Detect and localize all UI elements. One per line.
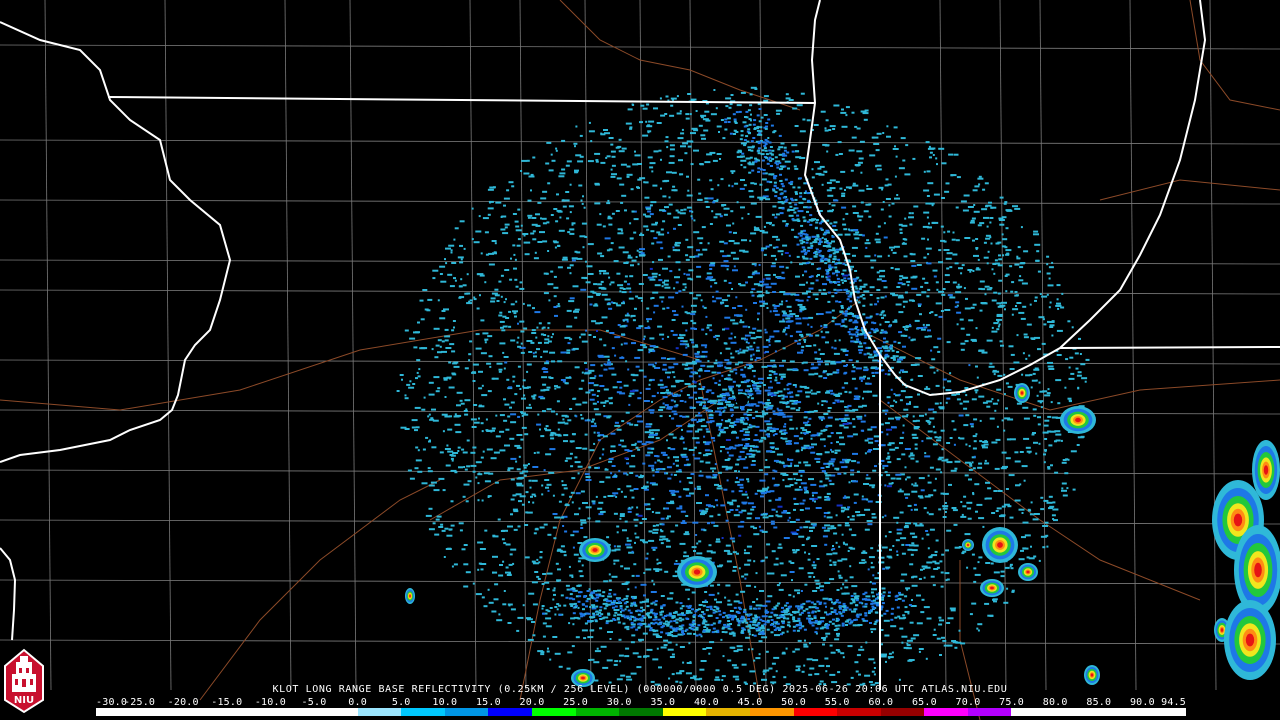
scale-tick-label: 0.0 <box>348 697 367 708</box>
scale-tick-label: 60.0 <box>868 697 894 708</box>
reflectivity-scale-labels: -30.0 -25.0 -20.0 -15.0 -10.0 -5.0 0.0 5.0 10.0 1… <box>96 697 1186 708</box>
scale-color-swatch <box>967 708 1012 716</box>
scale-tick-label: 30.0 <box>606 697 632 708</box>
scale-tick-label: 90.0 <box>1129 697 1155 708</box>
scale-tick-label: 15.0 <box>475 697 501 708</box>
scale-tick-label: 35.0 <box>650 697 676 708</box>
scale-tick-label: 45.0 <box>737 697 763 708</box>
scale-tick-label: 85.0 <box>1086 697 1112 708</box>
scale-color-swatch <box>357 708 402 716</box>
reflectivity-color-bar <box>96 708 1186 716</box>
scale-tick-label: 80.0 <box>1042 697 1068 708</box>
scale-color-swatch <box>1055 708 1099 716</box>
scale-color-swatch <box>837 708 881 716</box>
scale-color-swatch <box>793 708 838 716</box>
scale-tick-label: 5.0 <box>391 697 411 708</box>
scale-color-swatch <box>749 708 794 716</box>
scale-color-swatch <box>226 708 271 716</box>
scale-tick-label: 20.0 <box>519 697 545 708</box>
scale-color-swatch <box>313 708 358 716</box>
logo-text: NIU <box>13 695 35 706</box>
radar-site <box>736 394 748 406</box>
scale-color-swatch <box>880 708 925 716</box>
scale-color-swatch <box>488 708 532 716</box>
scale-tick-label: 40.0 <box>693 697 719 708</box>
scale-tick-label: 55.0 <box>824 697 850 708</box>
product-title: KLOT LONG RANGE BASE REFLECTIVITY (0.25K… <box>272 684 1008 695</box>
scale-tick-label: -10.0 <box>254 697 286 708</box>
scale-color-swatch <box>619 708 663 716</box>
scale-tick-label: 94.5 <box>1161 697 1186 708</box>
radar-map <box>0 0 1280 720</box>
scale-tick-label: -20.0 <box>167 697 199 708</box>
scale-color-swatch <box>401 708 445 716</box>
scale-tick-label: 10.0 <box>432 697 458 708</box>
scale-tick-label: 25.0 <box>563 697 589 708</box>
scale-color-swatch <box>1142 708 1186 716</box>
scale-tick-label: -25.0 <box>124 697 156 708</box>
scale-color-swatch <box>1011 708 1056 716</box>
scale-color-swatch <box>1098 708 1143 716</box>
scale-color-swatch <box>924 708 968 716</box>
scale-tick-label: 75.0 <box>999 697 1025 708</box>
scale-color-swatch <box>444 708 489 716</box>
scale-color-swatch <box>575 708 620 716</box>
scale-tick-label: 70.0 <box>955 697 981 708</box>
scale-color-swatch <box>139 708 184 716</box>
scale-tick-label: 50.0 <box>781 697 807 708</box>
scale-tick-label: -30.0 <box>96 697 128 708</box>
scale-color-swatch <box>531 708 576 716</box>
scale-tick-label: -5.0 <box>301 697 327 708</box>
scale-color-swatch <box>706 708 750 716</box>
scale-tick-label: -15.0 <box>211 697 243 708</box>
scale-tick-label: 65.0 <box>911 697 937 708</box>
scale-color-swatch <box>270 708 314 716</box>
scale-color-swatch <box>96 708 140 716</box>
scale-color-swatch <box>662 708 707 716</box>
scale-color-swatch <box>183 708 227 716</box>
